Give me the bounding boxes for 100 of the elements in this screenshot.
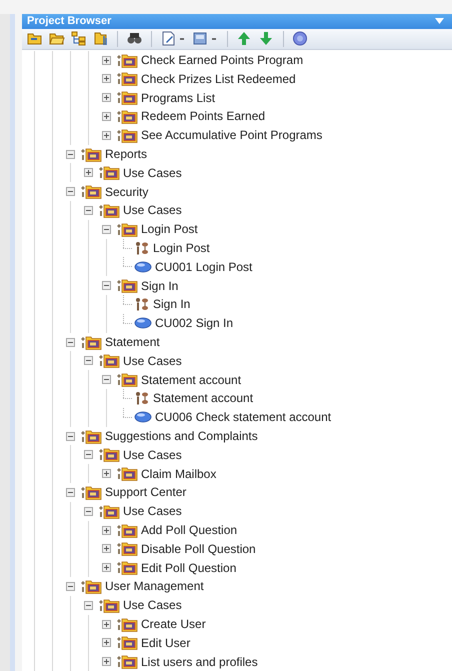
tree-item-label[interactable]: User Management xyxy=(105,580,204,592)
tree-item-label[interactable]: Use Cases xyxy=(123,448,182,461)
folder-tree-icon[interactable] xyxy=(70,30,87,48)
tree-item-label[interactable]: Edit Poll Question xyxy=(141,562,236,574)
tree-item-label[interactable]: Use Cases xyxy=(123,354,182,367)
collapse-toggle[interactable] xyxy=(84,506,92,516)
tree-item-label[interactable]: Use Cases xyxy=(123,599,182,612)
tree-item-label[interactable]: Check Prizes List Redeemed xyxy=(141,72,296,85)
folder-icon[interactable] xyxy=(92,30,109,48)
tree-item-label[interactable]: Use Cases xyxy=(123,166,182,179)
expand-toggle[interactable] xyxy=(84,168,92,178)
collapse-toggle[interactable] xyxy=(66,150,74,159)
package-folder-icon xyxy=(116,541,138,556)
down-arrow-icon[interactable] xyxy=(258,30,275,48)
tree-item-label[interactable]: Reports xyxy=(105,148,148,160)
collapse-toggle[interactable] xyxy=(66,432,74,441)
tree-item-label[interactable]: See Accumulative Point Programs xyxy=(141,129,322,142)
tree-item-label[interactable]: Use Cases xyxy=(123,204,182,216)
expand-toggle[interactable] xyxy=(102,130,110,140)
tree-item-label[interactable]: Sign In xyxy=(153,298,190,310)
tree-item-label[interactable]: Create User xyxy=(141,618,206,630)
people-icon xyxy=(134,296,150,312)
package-folder-icon xyxy=(80,428,102,444)
expand-toggle[interactable] xyxy=(102,112,110,121)
package-folder-icon xyxy=(98,504,120,519)
package-folder-icon xyxy=(116,90,138,106)
expand-toggle[interactable] xyxy=(102,469,110,478)
package-folder-icon xyxy=(98,165,120,180)
package-folder-icon xyxy=(80,146,102,162)
package-folder-icon xyxy=(116,108,138,124)
package-folder-icon xyxy=(116,560,138,576)
collapse-toggle[interactable] xyxy=(84,450,92,460)
collapse-toggle[interactable] xyxy=(66,187,74,196)
package-folder-icon xyxy=(98,447,120,462)
tree-item-label[interactable]: Check Earned Points Program xyxy=(141,54,304,66)
package-folder-icon xyxy=(116,372,138,388)
ellipse-icon xyxy=(134,260,152,273)
tree-item-label[interactable]: Support Center xyxy=(105,486,186,498)
package-folder-icon xyxy=(80,484,102,500)
collapse-toggle[interactable] xyxy=(84,206,92,215)
package-folder-icon xyxy=(80,184,102,200)
collapse-toggle[interactable] xyxy=(66,488,74,497)
collapse-toggle[interactable] xyxy=(66,582,74,591)
tree-item-label[interactable]: CU001 Login Post xyxy=(155,260,252,273)
expand-toggle[interactable] xyxy=(102,657,110,666)
expand-toggle[interactable] xyxy=(102,638,110,648)
collapse-toggle[interactable] xyxy=(102,224,110,234)
up-arrow-icon[interactable] xyxy=(236,30,253,48)
collapse-toggle[interactable] xyxy=(102,281,110,290)
package-folder-icon xyxy=(116,52,138,68)
tree-item-label[interactable]: Disable Poll Question xyxy=(141,542,256,555)
tree-item-label[interactable]: Statement account xyxy=(153,392,254,404)
expand-toggle[interactable] xyxy=(102,56,110,65)
package-folder-icon xyxy=(116,71,138,86)
tree-item-label[interactable]: Statement account xyxy=(141,374,242,386)
tree-item-label[interactable]: CU006 Check statement account xyxy=(155,411,332,424)
package-folder-icon xyxy=(116,654,138,670)
tree-item-label[interactable]: Suggestions and Complaints xyxy=(105,430,258,442)
expand-toggle[interactable] xyxy=(102,526,110,535)
collapse-toggle[interactable] xyxy=(102,375,110,384)
package-folder-icon xyxy=(116,128,138,143)
dropdown-caret-icon[interactable] xyxy=(179,36,187,42)
tree-item-label[interactable]: Use Cases xyxy=(123,505,182,518)
package-folder-icon xyxy=(116,522,138,538)
panel-title: Project Browser xyxy=(27,16,112,27)
tree-item-label[interactable]: Programs List xyxy=(141,92,216,104)
package-folder-icon xyxy=(80,334,102,350)
tree-item-label[interactable]: Claim Mailbox xyxy=(141,468,216,480)
expand-toggle[interactable] xyxy=(102,620,110,628)
collapse-toggle[interactable] xyxy=(66,338,74,347)
package-folder-icon xyxy=(98,202,120,218)
tree-item-label[interactable]: Add Poll Question xyxy=(141,524,238,536)
collapse-toggle[interactable] xyxy=(84,600,92,610)
ellipse-icon xyxy=(134,317,152,330)
ellipse-icon xyxy=(134,411,152,424)
tree-item-label[interactable]: CU002 Sign In xyxy=(155,317,234,330)
expand-toggle[interactable] xyxy=(102,544,110,554)
tree-item-label[interactable]: Login Post xyxy=(153,242,210,254)
dropdown-caret-icon[interactable] xyxy=(211,36,219,42)
box-icon[interactable] xyxy=(192,30,209,48)
package-folder-icon xyxy=(116,466,138,482)
expand-toggle[interactable] xyxy=(102,563,110,572)
tree-item-label[interactable]: Statement xyxy=(105,336,160,348)
package-folder-icon xyxy=(98,598,120,613)
expand-toggle[interactable] xyxy=(102,74,110,84)
document-icon[interactable] xyxy=(160,30,177,48)
collapse-toggle[interactable] xyxy=(84,356,92,366)
package-folder-icon xyxy=(80,578,102,594)
package-folder-icon xyxy=(98,353,120,368)
tree-item-label[interactable]: Security xyxy=(105,186,148,198)
package-folder-icon xyxy=(116,278,138,294)
globe-icon[interactable] xyxy=(292,30,309,48)
expand-toggle[interactable] xyxy=(102,93,110,102)
tree-item-label[interactable]: Sign In xyxy=(141,280,178,292)
package-folder-icon xyxy=(116,635,138,650)
tree-item-label[interactable]: Redeem Points Earned xyxy=(141,110,266,122)
tree-item-label[interactable]: List users and profiles xyxy=(141,656,258,668)
people-icon xyxy=(134,390,150,406)
tree-item-label[interactable]: Login Post xyxy=(141,223,198,236)
tree-item-label[interactable]: Edit User xyxy=(141,636,190,649)
